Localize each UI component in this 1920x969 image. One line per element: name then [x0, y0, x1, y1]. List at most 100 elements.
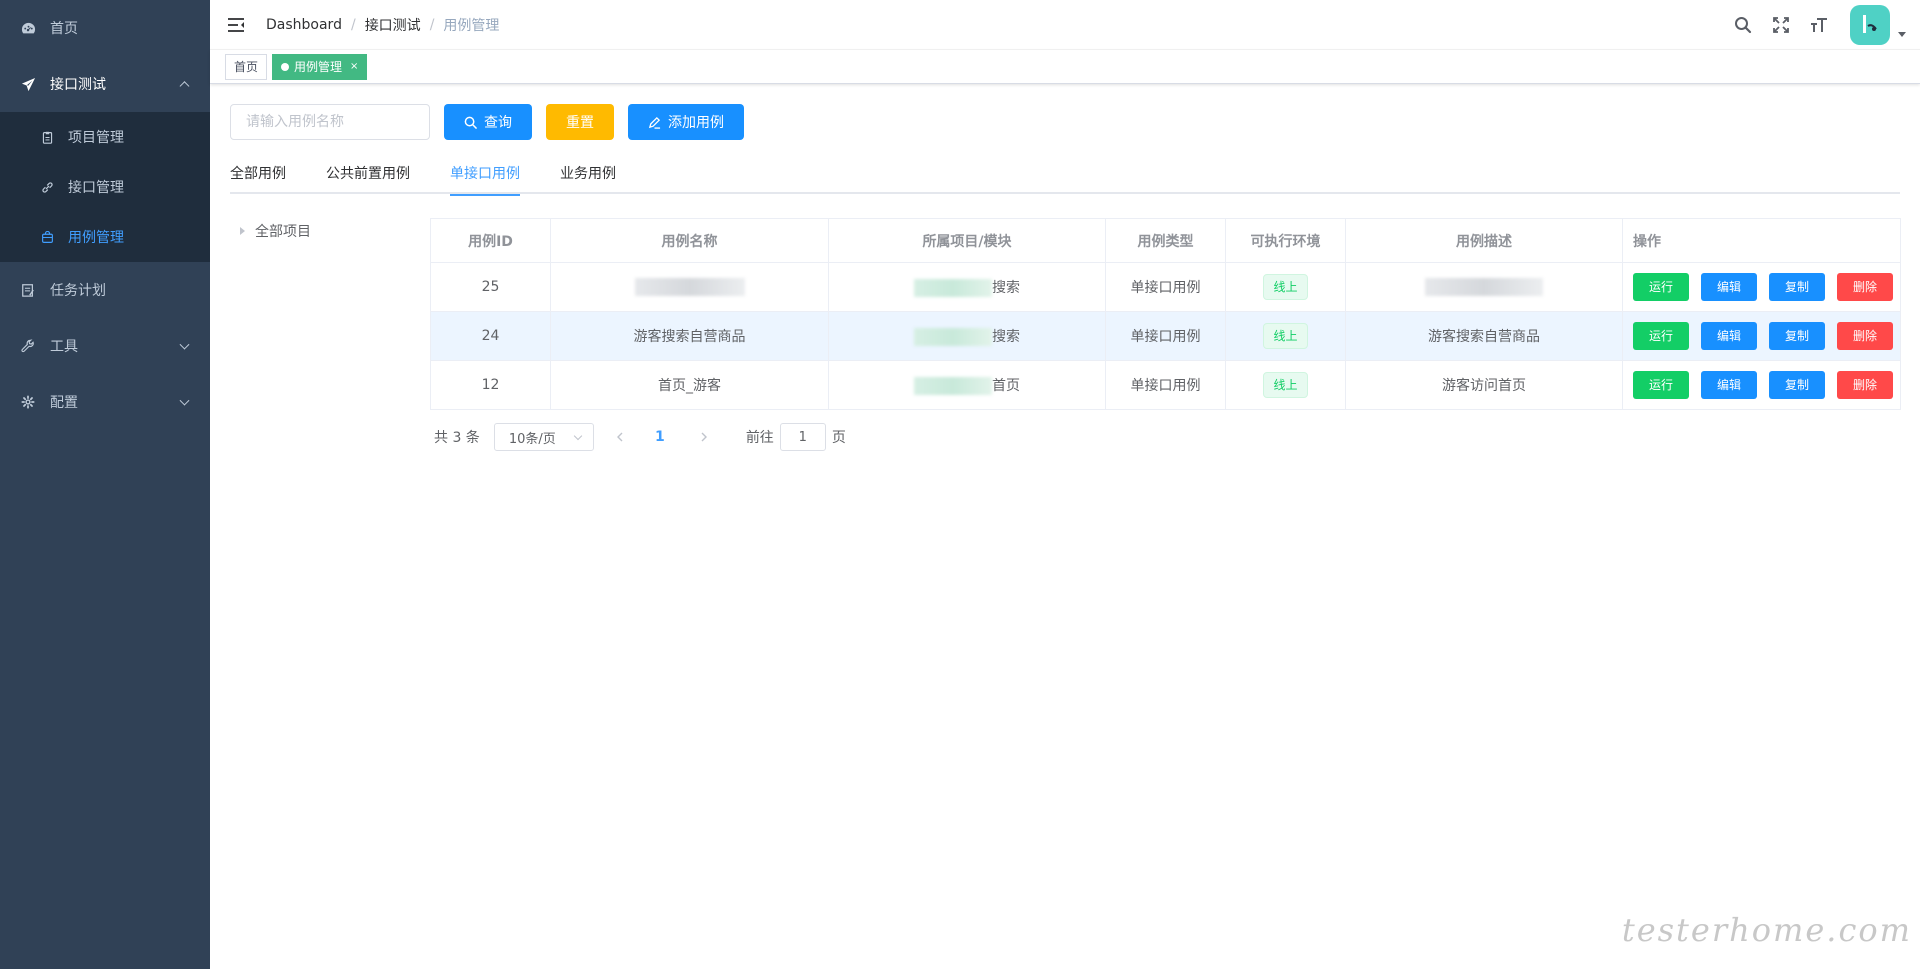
column-header: 用例描述: [1345, 218, 1623, 263]
sidebar-item-label: 项目管理: [68, 130, 124, 146]
font-size-icon[interactable]: [1800, 0, 1838, 50]
gear-icon: [20, 394, 36, 410]
table-row[interactable]: 25 搜索 单接口用例 线上 运行 编辑 复制 删除: [430, 262, 1901, 312]
tab-public-pre-cases[interactable]: 公共前置用例: [326, 154, 410, 194]
run-button[interactable]: 运行: [1633, 273, 1689, 301]
cell-module: 首页: [828, 360, 1106, 410]
prev-page-button[interactable]: [602, 423, 638, 451]
submenu-api-test: 项目管理 接口管理 用例管理: [0, 112, 210, 262]
add-case-button[interactable]: 添加用例: [628, 104, 744, 140]
next-page-button[interactable]: [686, 423, 722, 451]
cell-type: 单接口用例: [1105, 311, 1226, 361]
delete-button[interactable]: 删除: [1837, 322, 1893, 350]
edit-button[interactable]: 编辑: [1701, 371, 1757, 399]
run-button[interactable]: 运行: [1633, 371, 1689, 399]
search-row: 查询 重置 添加用例: [230, 104, 1900, 140]
cell-desc: 游客搜索自营商品: [1345, 311, 1623, 361]
cell-name: 游客搜索自营商品: [550, 311, 829, 361]
cell-module: 搜索: [828, 311, 1106, 361]
edit-button[interactable]: 编辑: [1701, 273, 1757, 301]
avatar[interactable]: [1850, 5, 1890, 45]
run-button[interactable]: 运行: [1633, 322, 1689, 350]
sidebar-item-home[interactable]: 首页: [0, 0, 210, 56]
sidebar-item-task-plan[interactable]: 任务计划: [0, 262, 210, 318]
close-icon[interactable]: ×: [350, 61, 358, 72]
page-size-select[interactable]: 10条/页: [493, 423, 594, 451]
table-header-row: 用例ID 用例名称 所属项目/模块 用例类型 可执行环境 用例描述 操作: [430, 218, 1901, 263]
pagination-total: 共 3 条: [434, 430, 480, 446]
page-number-current[interactable]: 1: [642, 423, 678, 451]
delete-button[interactable]: 删除: [1837, 371, 1893, 399]
reset-button[interactable]: 重置: [546, 104, 614, 140]
hamburger-icon[interactable]: [227, 16, 245, 34]
tag-case-management[interactable]: 用例管理 ×: [272, 53, 368, 80]
tab-business-cases[interactable]: 业务用例: [560, 154, 616, 194]
add-case-button-label: 添加用例: [668, 115, 724, 131]
column-header: 所属项目/模块: [828, 218, 1106, 263]
cell-env: 线上: [1225, 360, 1346, 410]
sidebar-item-api-test[interactable]: 接口测试: [0, 56, 210, 112]
page-size-value: 10条/页: [508, 431, 556, 447]
tab-single-api-cases[interactable]: 单接口用例: [450, 154, 520, 196]
link-icon: [40, 180, 54, 194]
search-icon[interactable]: [1724, 0, 1762, 50]
cell-type: 单接口用例: [1105, 360, 1226, 410]
sidebar-item-label: 接口管理: [68, 180, 124, 196]
case-name-input[interactable]: [230, 104, 430, 140]
cell-env: 线上: [1225, 311, 1346, 361]
cell-desc: 游客访问首页: [1345, 360, 1623, 410]
navbar: Dashboard / 接口测试 / 用例管理: [210, 0, 1920, 50]
copy-button[interactable]: 复制: [1769, 371, 1825, 399]
caret-down-icon[interactable]: [1898, 31, 1906, 37]
cell-desc: [1345, 262, 1623, 312]
sidebar-item-config[interactable]: 配置: [0, 374, 210, 430]
column-header: 可执行环境: [1225, 218, 1346, 263]
pagination: 共 3 条 10条/页 1 前往 页: [430, 422, 1900, 452]
project-tree: 全部项目: [230, 218, 430, 452]
tab-all-cases[interactable]: 全部用例: [230, 154, 286, 194]
sidebar-item-case-management[interactable]: 用例管理: [0, 212, 210, 262]
active-dot-icon: [281, 62, 290, 71]
cell-env: 线上: [1225, 262, 1346, 312]
chevron-up-icon: [179, 81, 190, 92]
sidebar-item-api-management[interactable]: 接口管理: [0, 162, 210, 212]
table-row[interactable]: 12 首页_游客 首页 单接口用例 线上 游客访问首页 运行 编辑 复制 删除: [430, 360, 1901, 410]
query-button[interactable]: 查询: [444, 104, 532, 140]
send-icon: [20, 76, 36, 92]
clipboard-icon: [40, 130, 54, 144]
table-row[interactable]: 24 游客搜索自营商品 搜索 单接口用例 线上 游客搜索自营商品 运行 编辑 复制删…: [430, 311, 1901, 361]
caret-right-icon[interactable]: [240, 227, 245, 235]
tree-node-all-projects[interactable]: 全部项目: [230, 218, 430, 244]
pagination-goto: 前往 页: [746, 423, 846, 451]
sidebar-item-project-management[interactable]: 项目管理: [0, 112, 210, 162]
cell-name: [550, 262, 829, 312]
sidebar-item-tools[interactable]: 工具: [0, 318, 210, 374]
chevron-down-icon: [573, 431, 583, 441]
dashboard-icon: [20, 20, 36, 36]
tag-home[interactable]: 首页: [225, 53, 268, 80]
goto-page-input[interactable]: [779, 423, 826, 451]
chevron-down-icon: [179, 339, 190, 350]
edit-icon: [648, 116, 661, 129]
breadcrumb-item-api-test[interactable]: 接口测试: [365, 15, 421, 35]
tag-label: 用例管理: [294, 60, 343, 74]
cell-name: 首页_游客: [550, 360, 829, 410]
env-tag: 线上: [1263, 372, 1308, 398]
copy-button[interactable]: 复制: [1769, 273, 1825, 301]
delete-button[interactable]: 删除: [1837, 273, 1893, 301]
copy-button[interactable]: 复制: [1769, 322, 1825, 350]
breadcrumb-item-dashboard[interactable]: Dashboard: [266, 17, 342, 33]
breadcrumb-item-current: 用例管理: [443, 17, 500, 34]
cell-id: 12: [430, 360, 551, 410]
breadcrumb-separator: /: [429, 16, 435, 33]
wrench-icon: [20, 338, 36, 354]
search-icon: [464, 116, 477, 129]
cell-id: 25: [430, 262, 551, 312]
tags-view: 首页 用例管理 ×: [210, 50, 1920, 84]
edit-button[interactable]: 编辑: [1701, 322, 1757, 350]
redacted-block: [634, 278, 745, 296]
fullscreen-icon[interactable]: [1762, 0, 1800, 50]
sidebar: 首页 接口测试 项目管理 接口管理 用例管理 任务计划 工具 配置: [0, 0, 210, 969]
case-tabs: 全部用例 公共前置用例 单接口用例 业务用例: [230, 154, 1900, 196]
case-icon: [40, 230, 54, 244]
